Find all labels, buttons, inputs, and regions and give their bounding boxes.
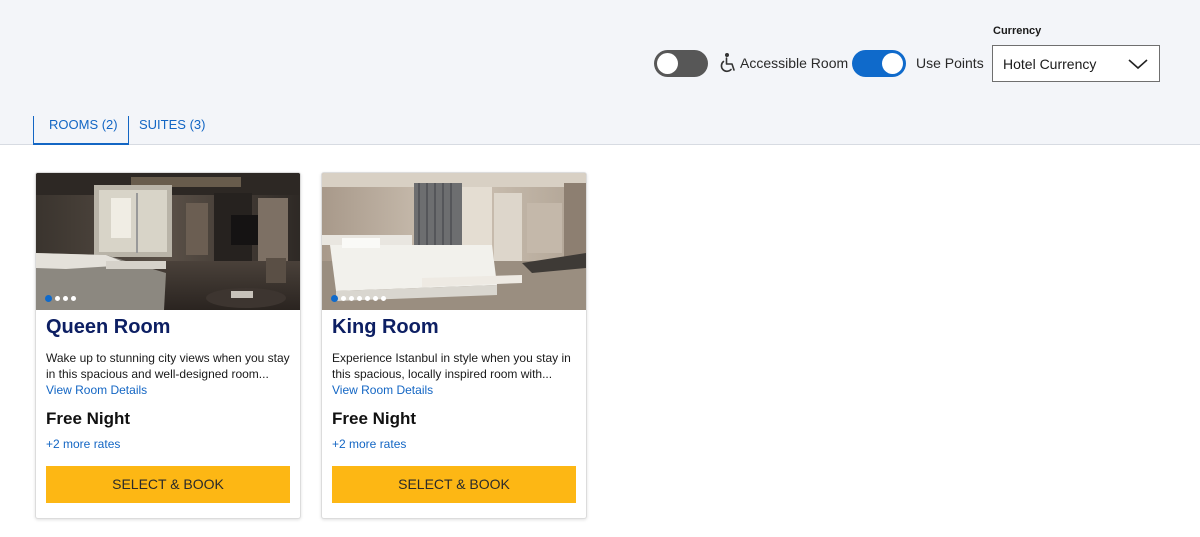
accessible-room-label: Accessible Room [740,55,849,71]
room-title[interactable]: King Room [332,316,439,339]
select-book-button[interactable]: SELECT & BOOK [46,466,290,503]
toggle-knob [657,53,678,74]
select-book-button[interactable]: SELECT & BOOK [332,466,576,503]
use-points-toggle[interactable] [852,50,906,77]
room-description: Experience Istanbul in style when you st… [332,351,571,381]
view-room-details-link[interactable]: View Room Details [332,383,433,397]
pagination-dot[interactable] [349,296,354,301]
more-rates-link[interactable]: +2 more rates [46,437,120,451]
pagination-dot[interactable] [331,295,338,302]
chevron-down-icon [1128,59,1148,70]
wheelchair-icon [720,53,735,73]
room-card-king: King Room Experience Istanbul in style w… [321,172,587,519]
room-photo [322,173,586,310]
tab-rooms-label: ROOMS (2) [49,117,118,132]
pagination-dot[interactable] [71,296,76,301]
pagination-dot[interactable] [55,296,60,301]
rate-title: Free Night [46,409,131,428]
pagination-dot[interactable] [381,296,386,301]
pagination-dot[interactable] [341,296,346,301]
room-card-queen: Queen Room Wake up to stunning city view… [35,172,301,519]
tab-rooms[interactable]: ROOMS (2) [33,116,129,145]
room-title[interactable]: Queen Room [46,316,170,339]
pagination-dot[interactable] [63,296,68,301]
room-photo [36,173,300,310]
more-rates-link[interactable]: +2 more rates [332,437,406,451]
accessible-room-toggle[interactable] [654,50,708,77]
currency-select[interactable]: Hotel Currency [992,45,1160,82]
room-description: Wake up to stunning city views when you … [46,351,290,381]
view-room-details-link[interactable]: View Room Details [46,383,147,397]
room-photo-carousel[interactable] [322,173,586,310]
room-photo-carousel[interactable] [36,173,300,310]
rate-title: Free Night [332,409,417,428]
currency-label: Currency [993,25,1042,37]
pagination-dot[interactable] [373,296,378,301]
tab-suites-label: SUITES (3) [139,117,206,132]
filter-bar: Accessible Room Use Points Currency Hote… [0,0,1200,145]
photo-pagination [45,295,76,302]
pagination-dot[interactable] [357,296,362,301]
use-points-label: Use Points [916,55,984,71]
pagination-dot[interactable] [365,296,370,301]
toggle-knob [882,53,903,74]
currency-selected-value: Hotel Currency [1003,56,1097,72]
photo-pagination [331,295,386,302]
pagination-dot[interactable] [45,295,52,302]
tab-suites[interactable]: SUITES (3) [128,116,218,145]
